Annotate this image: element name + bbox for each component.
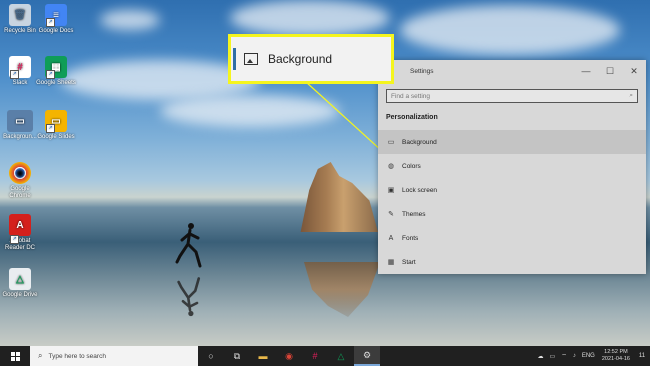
gear-icon: ⚙ xyxy=(362,349,372,360)
menu-item-colors[interactable]: ◍ Colors xyxy=(378,154,646,178)
selection-indicator xyxy=(233,48,236,70)
cortana-button[interactable]: ○ xyxy=(198,346,224,366)
notification-count: 11 xyxy=(638,353,646,359)
settings-window: Settings — ☐ ✕ Find a setting ⌕ Personal… xyxy=(378,60,646,274)
google-drive-icon: △ xyxy=(337,350,345,361)
menu-item-label: Lock screen xyxy=(402,186,438,194)
search-icon: ⌕ xyxy=(629,92,633,99)
menu-item-label: Start xyxy=(402,258,416,266)
cortana-icon: ○ xyxy=(208,351,214,361)
chrome-icon: ◉ xyxy=(285,350,293,361)
close-button[interactable]: ✕ xyxy=(622,66,646,77)
minimize-button[interactable]: — xyxy=(574,66,598,76)
maximize-button[interactable]: ☐ xyxy=(598,66,622,77)
slack-icon: # xyxy=(312,351,318,361)
windows-logo-icon xyxy=(10,351,20,361)
taskbar-chrome[interactable]: ◉ xyxy=(276,346,302,366)
settings-titlebar[interactable]: Settings — ☐ ✕ xyxy=(378,60,646,82)
taskbar-settings[interactable]: ⚙ xyxy=(354,346,380,366)
personalization-menu: ▭ Background ◍ Colors ▣ Lock screen ✎ Th… xyxy=(378,130,646,274)
menu-item-background[interactable]: ▭ Background xyxy=(378,130,646,154)
find-setting-search-input[interactable]: Find a setting ⌕ xyxy=(386,89,638,103)
search-placeholder: Find a setting xyxy=(391,92,431,100)
taskbar-search-placeholder: Type here to search xyxy=(48,352,106,360)
task-view-button[interactable]: ⧉ xyxy=(224,346,250,366)
menu-item-label: Background xyxy=(402,138,437,146)
clock-time: 12:52 PM xyxy=(604,349,628,355)
clock-date: 2021-04-16 xyxy=(601,356,630,362)
start-button[interactable] xyxy=(0,346,30,366)
search-icon: ⌕ xyxy=(38,351,43,360)
lock-screen-icon: ▣ xyxy=(387,187,395,194)
system-tray: ☁ ▭ ⌔ ♪ ENG 12:52 PM 2021-04-16 11 xyxy=(535,346,650,366)
menu-item-themes[interactable]: ✎ Themes xyxy=(378,202,646,226)
start-icon: ▦ xyxy=(387,259,395,266)
notification-center-button[interactable]: 11 xyxy=(634,346,650,366)
background-icon xyxy=(244,53,258,65)
volume-icon[interactable]: ♪ xyxy=(573,353,576,359)
taskbar: ⌕ Type here to search ○ ⧉ ▬ ◉ # △ ⚙ ☁ ▭ … xyxy=(0,346,650,366)
battery-icon[interactable]: ▭ xyxy=(550,353,556,360)
network-icon[interactable]: ⌔ xyxy=(561,352,567,360)
menu-item-start[interactable]: ▦ Start xyxy=(378,250,646,274)
themes-icon: ✎ xyxy=(388,211,394,218)
fonts-icon: A xyxy=(388,234,394,242)
cloud-icon[interactable]: ☁ xyxy=(538,353,544,360)
palette-icon: ◍ xyxy=(387,163,395,170)
menu-item-label: Themes xyxy=(402,210,426,218)
task-view-icon: ⧉ xyxy=(233,350,241,361)
menu-item-fonts[interactable]: A Fonts xyxy=(378,226,646,250)
clock[interactable]: 12:52 PM 2021-04-16 xyxy=(602,349,630,363)
callout-label: Background xyxy=(268,52,333,66)
taskbar-search-box[interactable]: ⌕ Type here to search xyxy=(30,346,198,366)
language-indicator[interactable]: ENG xyxy=(582,353,595,359)
background-callout: Background xyxy=(228,34,394,84)
taskbar-slack[interactable]: # xyxy=(302,346,328,366)
folder-icon: ▬ xyxy=(258,351,268,361)
window-title: Settings xyxy=(410,67,434,75)
section-heading: Personalization xyxy=(386,114,438,121)
background-icon: ▭ xyxy=(387,139,395,146)
taskbar-file-explorer[interactable]: ▬ xyxy=(250,346,276,366)
menu-item-label: Colors xyxy=(402,162,421,170)
taskbar-google-drive[interactable]: △ xyxy=(328,346,354,366)
menu-item-lock-screen[interactable]: ▣ Lock screen xyxy=(378,178,646,202)
menu-item-label: Fonts xyxy=(402,234,419,242)
